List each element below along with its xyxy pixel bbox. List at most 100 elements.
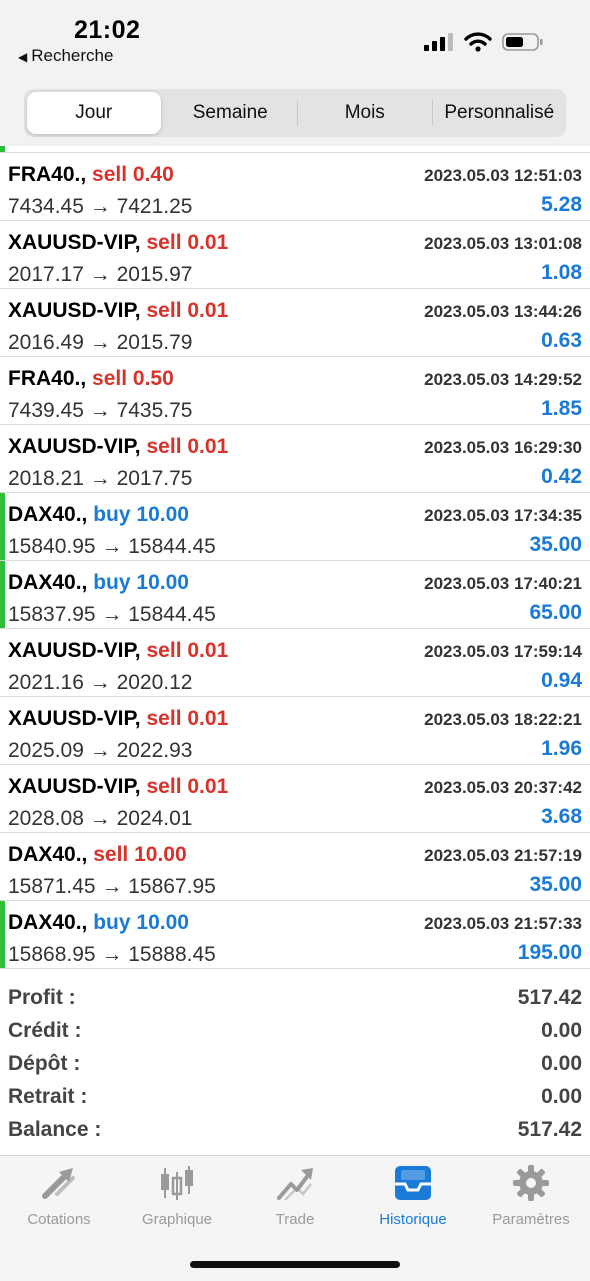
trade-side: sell 0.01 [147,299,229,322]
trade-row[interactable]: XAUUSD-VIP, sell 0.01 2023.05.03 18:22:21… [0,697,590,765]
back-to-search-link[interactable]: ◀ Recherche [18,46,113,66]
trade-trend-icon [275,1168,315,1206]
position-indicator-bar [0,493,5,560]
summary-label: Dépôt : [8,1052,81,1075]
tab-mois[interactable]: Mois [298,89,432,137]
summary-row: Balance : 517.42 [0,1116,590,1149]
trade-prices: 15871.45 → 15867.95 [8,875,216,898]
tab-trade[interactable]: Trade [236,1164,354,1228]
summary-value: 0.00 [541,1019,582,1042]
trade-side: sell 0.01 [147,435,229,458]
trade-profit: 0.63 [541,329,582,352]
cellular-signal-icon [424,33,453,51]
trade-prices: 7434.45 → 7421.25 [8,195,193,218]
trade-row[interactable]: XAUUSD-VIP, sell 0.01 2023.05.03 13:44:26… [0,289,590,357]
trade-history-list[interactable]: FRA40., sell 0.40 2023.05.03 12:51:03 7434… [0,146,590,969]
trade-symbol: DAX40., [8,503,88,526]
trade-row[interactable]: XAUUSD-VIP, sell 0.01 2023.05.03 20:37:42… [0,765,590,833]
trade-title: DAX40., buy 10.00 [8,571,189,595]
trade-volume: 0.01 [187,775,229,798]
trade-side: sell 0.01 [147,231,229,254]
trade-profit: 0.94 [541,669,582,692]
tab-personnalise[interactable]: Personnalisé [433,89,567,137]
trade-prices: 2016.49 → 2015.79 [8,331,193,354]
trade-side: sell 0.01 [147,775,229,798]
trade-row[interactable]: FRA40., sell 0.50 2023.05.03 14:29:52 7439… [0,357,590,425]
trade-volume: 0.01 [187,639,229,662]
trade-symbol: XAUUSD-VIP, [8,775,141,798]
trade-row[interactable]: DAX40., sell 10.00 2023.05.03 21:57:19 158… [0,833,590,901]
trade-title: XAUUSD-VIP, sell 0.01 [8,707,228,731]
tab-historique[interactable]: Historique [354,1164,472,1228]
trade-volume: 10.00 [136,503,189,526]
status-time: 21:02 [74,16,141,44]
trade-row[interactable]: DAX40., buy 10.00 2023.05.03 17:34:35 1584… [0,493,590,561]
trade-row[interactable]: XAUUSD-VIP, sell 0.01 2023.05.03 17:59:14… [0,629,590,697]
trade-row[interactable]: FRA40., sell 0.40 2023.05.03 12:51:03 7434… [0,153,590,221]
summary-value: 0.00 [541,1085,582,1108]
trade-profit: 1.85 [541,397,582,420]
candlestick-chart-icon [157,1166,197,1206]
trade-title: DAX40., buy 10.00 [8,503,189,527]
trade-prices: 15837.95 → 15844.45 [8,603,216,626]
trade-prices: 2017.17 → 2015.97 [8,263,193,286]
trade-title: DAX40., sell 10.00 [8,843,187,867]
trade-side-label: sell [146,435,182,458]
trade-row[interactable]: XAUUSD-VIP, sell 0.01 2023.05.03 13:01:08… [0,221,590,289]
trade-datetime: 2023.05.03 16:29:30 [424,438,582,457]
trade-datetime: 2023.05.03 21:57:33 [424,914,582,933]
trade-datetime: 2023.05.03 12:51:03 [424,166,582,185]
trade-symbol: DAX40., [8,911,88,934]
trade-datetime: 2023.05.03 13:44:26 [424,302,582,321]
trade-row[interactable]: DAX40., buy 10.00 2023.05.03 17:40:21 1583… [0,561,590,629]
trade-datetime: 2023.05.03 17:34:35 [424,506,582,525]
trade-title: XAUUSD-VIP, sell 0.01 [8,231,228,255]
trade-side: sell 10.00 [93,843,186,866]
trade-title: XAUUSD-VIP, sell 0.01 [8,639,228,663]
trade-profit: 195.00 [517,941,582,964]
tab-graphique[interactable]: Graphique [118,1164,236,1228]
trade-title: DAX40., buy 10.00 [8,911,189,935]
trade-volume: 0.01 [187,435,229,458]
trade-row[interactable]: XAUUSD-VIP, sell 0.01 2023.05.03 16:29:30… [0,425,590,493]
status-bar: 21:02 ◀ Recherche [0,0,590,80]
trade-side: buy 10.00 [93,911,189,934]
tab-label: Graphique [141,1211,213,1228]
trade-side-label: sell [146,639,182,662]
tab-cotations[interactable]: Cotations [0,1164,118,1228]
trade-datetime: 2023.05.03 20:37:42 [424,778,582,797]
tab-semaine[interactable]: Semaine [164,89,298,137]
trade-symbol: XAUUSD-VIP, [8,639,141,662]
trade-volume: 0.01 [187,299,229,322]
tab-label: Cotations [27,1211,91,1228]
trade-side-label: sell [146,231,182,254]
trade-side: buy 10.00 [93,571,189,594]
trade-side-label: buy [93,503,131,526]
summary-row: Retrait : 0.00 [0,1083,590,1116]
trade-datetime: 2023.05.03 13:01:08 [424,234,582,253]
summary-label: Profit : [8,986,76,1009]
trade-datetime: 2023.05.03 21:57:19 [424,846,582,865]
position-indicator-bar [0,146,5,152]
home-indicator [190,1261,400,1268]
trade-symbol: FRA40., [8,163,87,186]
account-summary: Profit :517.42 Crédit :0.00 Dépôt :0.00 Ret… [0,984,590,1149]
trade-profit: 0.42 [541,465,582,488]
period-selector: Jour Semaine Mois Personnalisé [0,80,590,146]
trade-side-label: sell [92,163,128,186]
trade-row-partial[interactable] [0,146,590,153]
trade-prices: 2021.16 → 2020.12 [8,671,193,694]
trade-side: sell 0.40 [92,163,174,186]
trade-volume: 10.00 [136,911,189,934]
trade-row[interactable]: DAX40., buy 10.00 2023.05.03 21:57:33 1586… [0,901,590,969]
summary-row: Profit : 517.42 [0,984,590,1017]
trade-side-label: sell [146,707,182,730]
trade-profit: 1.08 [541,261,582,284]
tab-label: Paramètres [492,1211,570,1228]
trade-side: sell 0.01 [147,707,229,730]
trade-prices: 15840.95 → 15844.45 [8,535,216,558]
trade-prices: 15868.95 → 15888.45 [8,943,216,966]
tab-paramtres[interactable]: Paramètres [472,1164,590,1228]
tab-jour[interactable]: Jour [27,92,161,134]
trade-side-label: sell [146,775,182,798]
